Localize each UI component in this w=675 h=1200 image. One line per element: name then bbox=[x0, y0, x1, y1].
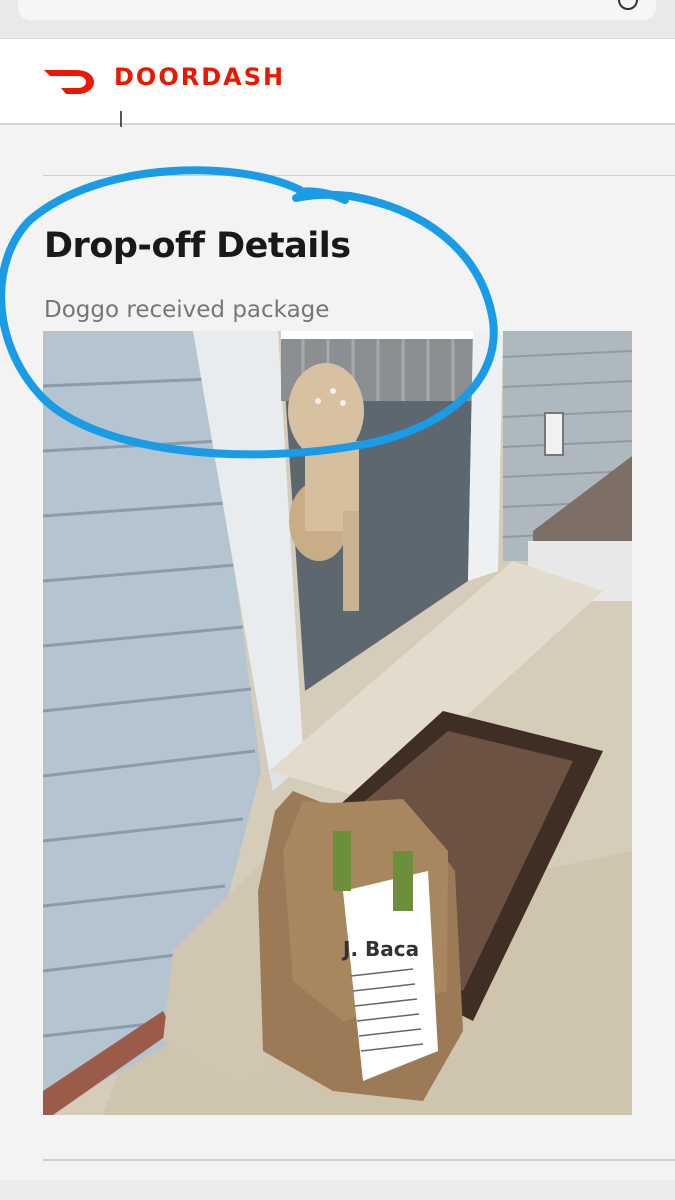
bag-label-text: J. Baca bbox=[341, 937, 419, 961]
doordash-page: DOORDASH Drop-off Details Doggo received… bbox=[0, 0, 675, 1200]
order-details-content: Drop-off Details Doggo received package bbox=[0, 111, 675, 1200]
clipped-text bbox=[120, 111, 128, 127]
bottom-strip bbox=[0, 1180, 675, 1200]
dropoff-photo-illustration: J. Baca bbox=[43, 331, 632, 1115]
dropoff-details-title: Drop-off Details bbox=[44, 226, 351, 266]
section-divider-bottom bbox=[43, 1159, 675, 1161]
dropoff-photo[interactable]: J. Baca bbox=[43, 331, 632, 1115]
browser-top-bar bbox=[0, 0, 675, 39]
site-header: DOORDASH bbox=[0, 39, 675, 125]
section-divider bbox=[43, 175, 675, 176]
doordash-logo-icon[interactable] bbox=[42, 66, 96, 96]
doordash-wordmark[interactable]: DOORDASH bbox=[114, 63, 285, 91]
dropoff-details-subtitle: Doggo received package bbox=[44, 297, 330, 323]
address-bar[interactable] bbox=[18, 0, 656, 20]
refresh-icon[interactable] bbox=[618, 0, 638, 10]
